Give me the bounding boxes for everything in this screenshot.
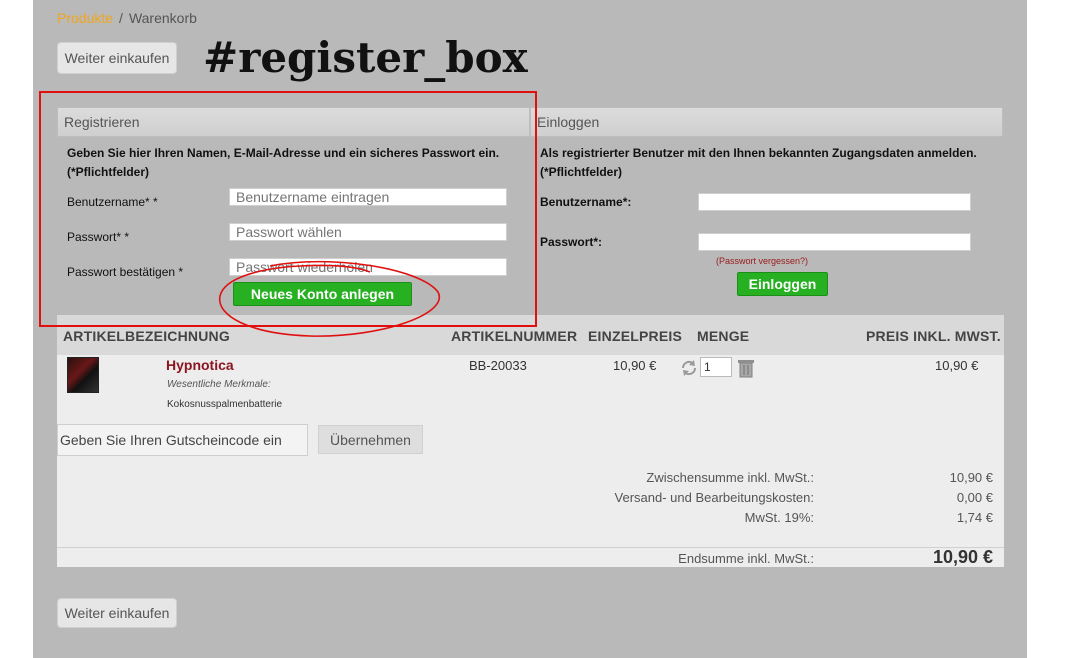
login-password-label: Passwort*: [540,235,603,249]
continue-shopping-button-bottom[interactable]: Weiter einkaufen [57,598,177,628]
product-image[interactable] [67,357,99,393]
annotation-title: #register_box [203,33,528,82]
vat-label: MwSt. 19%: [744,510,814,525]
breadcrumb-separator: / [119,10,123,26]
col-total-price: PREIS INKL. MWST. [866,328,1001,344]
forgot-password-link[interactable]: (Passwort vergessen?) [716,256,808,266]
register-password-input[interactable] [229,223,507,241]
refresh-icon[interactable] [679,358,699,378]
product-name-link[interactable]: Hypnotica [166,357,234,373]
breadcrumb-link-products[interactable]: Produkte [57,10,113,26]
register-intro: Geben Sie hier Ihren Namen, E-Mail-Adres… [67,146,500,160]
register-required-note: (*Pflichtfelder) [67,165,150,179]
login-required-note: (*Pflichtfelder) [540,165,623,179]
continue-shopping-button-top[interactable]: Weiter einkaufen [57,42,177,74]
login-header: Einloggen [530,107,1003,137]
trash-icon[interactable] [737,358,755,378]
col-unit-price: EINZELPREIS [588,328,682,344]
right-margin [1027,0,1087,658]
product-total-price: 10,90 € [935,358,979,373]
login-username-input[interactable] [698,193,971,211]
subtotal-label: Zwischensumme inkl. MwSt.: [646,470,814,485]
login-intro: Als registrierter Benutzer mit den Ihnen… [540,146,977,160]
col-quantity: MENGE [697,328,750,344]
register-confirm-input[interactable] [229,258,507,276]
quantity-input[interactable]: 1 [700,357,732,377]
register-password-label: Passwort* * [67,230,130,244]
login-password-input[interactable] [698,233,971,251]
product-feature-label: Wesentliche Merkmale: [167,379,271,390]
total-divider [57,547,1004,548]
login-button[interactable]: Einloggen [737,272,828,296]
total-value: 10,90 € [932,547,993,567]
subtotal-value: 10,90 € [949,470,993,485]
total-label: Endsumme inkl. MwSt.: [678,551,814,566]
cart-table-header: ARTIKELBEZEICHNUNG ARTIKELNUMMER EINZELP… [57,315,1004,356]
create-account-button[interactable]: Neues Konto anlegen [233,282,412,306]
product-article-number: BB-20033 [469,358,527,373]
product-feature-value: Kokosnusspalmenbatterie [167,399,283,410]
coupon-code-input[interactable]: Geben Sie Ihren Gutscheincode ein [57,424,308,456]
breadcrumb: Produkte / Warenkorb [57,10,197,26]
shipping-value: 0,00 € [956,490,993,505]
apply-coupon-button[interactable]: Übernehmen [318,425,423,454]
vat-value: 1,74 € [956,510,993,525]
col-article-number: ARTIKELNUMMER [451,328,578,344]
shipping-label: Versand- und Bearbeitungskosten: [614,490,814,505]
register-confirm-label: Passwort bestätigen * [67,265,184,279]
breadcrumb-current: Warenkorb [128,10,197,26]
register-header: Registrieren [57,107,530,137]
register-username-input[interactable] [229,188,507,206]
login-username-label: Benutzername*: [540,195,632,209]
col-article-name: ARTIKELBEZEICHNUNG [63,328,230,344]
register-username-label: Benutzername* * [67,195,158,209]
product-unit-price: 10,90 € [613,358,657,373]
